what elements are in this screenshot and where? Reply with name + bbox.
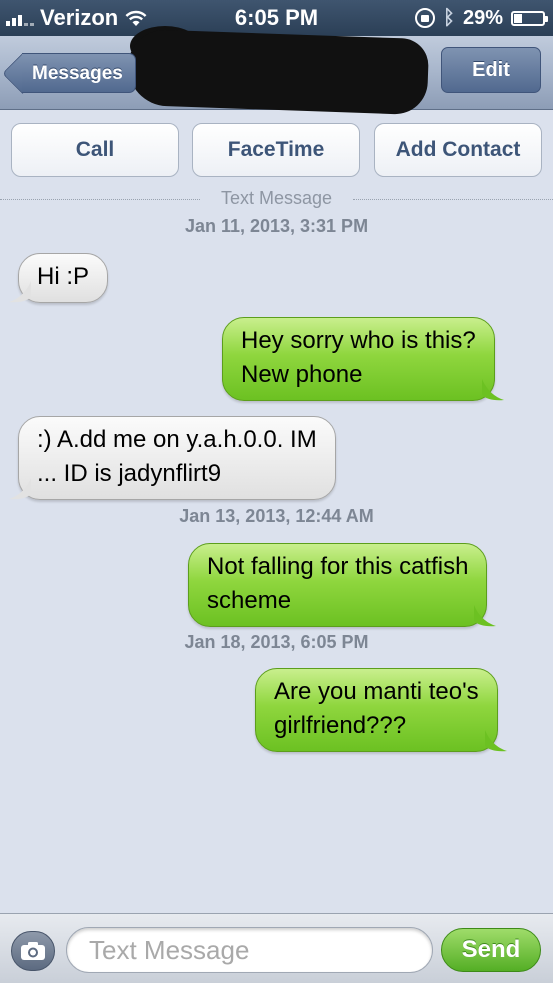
message-line: girlfriend??? — [274, 712, 407, 739]
message-line: Are you manti teo's — [274, 678, 479, 705]
message-bubble-outgoing[interactable]: Not falling for this catfish scheme — [188, 543, 497, 627]
contact-actions: Call FaceTime Add Contact — [0, 110, 553, 180]
text-message-divider: Text Message — [0, 188, 553, 212]
timestamp: Jan 13, 2013, 12:44 AM — [179, 506, 374, 526]
message-line: Hey sorry who is this? — [241, 327, 476, 354]
bubble-tail — [9, 281, 31, 303]
bluetooth-icon: ᛒ — [442, 7, 455, 29]
timestamp: Jan 11, 2013, 3:31 PM — [184, 216, 369, 236]
message-bubble-outgoing[interactable]: Are you manti teo's girlfriend??? — [255, 668, 507, 752]
message-line: scheme — [207, 587, 292, 614]
redaction-scribble — [126, 28, 430, 116]
status-bar: Verizon 6:05 PM ᛒ 29% — [0, 0, 553, 36]
send-button[interactable]: Send — [441, 928, 541, 972]
battery-icon — [511, 10, 548, 26]
rotation-lock-icon — [414, 8, 435, 28]
message-line: :) A.dd me on y.a.h.0.0. IM — [37, 426, 317, 453]
timestamp: Jan 18, 2013, 6:05 PM — [184, 632, 369, 652]
message-line: Not falling for this catfish — [207, 553, 469, 580]
bubble-tail — [9, 478, 31, 500]
battery-percent: 29% — [462, 6, 503, 29]
facetime-button[interactable]: FaceTime — [192, 123, 360, 177]
back-button[interactable]: Messages — [22, 53, 136, 93]
status-right: ᛒ 29% — [414, 4, 548, 32]
bubble-tail — [484, 730, 507, 752]
message-bubble-incoming[interactable]: Hi :P — [9, 253, 109, 303]
message-line: New phone — [241, 361, 363, 388]
message-bubble-outgoing[interactable]: Hey sorry who is this? New phone — [222, 317, 504, 401]
edit-button[interactable]: Edit — [441, 47, 541, 93]
message-line: Hi :P — [37, 263, 90, 290]
camera-icon — [21, 942, 45, 960]
compose-bar: Send — [0, 913, 553, 983]
add-contact-button[interactable]: Add Contact — [374, 123, 542, 177]
bubble-tail — [481, 379, 504, 401]
divider-label: Text Message — [220, 188, 333, 208]
message-input[interactable] — [66, 927, 433, 973]
call-button[interactable]: Call — [11, 123, 179, 177]
camera-button[interactable] — [11, 931, 55, 971]
message-line: ... ID is jadynflirt9 — [37, 460, 222, 487]
battery-level — [514, 13, 523, 23]
message-bubble-incoming[interactable]: :) A.dd me on y.a.h.0.0. IM ... ID is ja… — [9, 416, 336, 500]
bubble-tail — [474, 605, 497, 627]
